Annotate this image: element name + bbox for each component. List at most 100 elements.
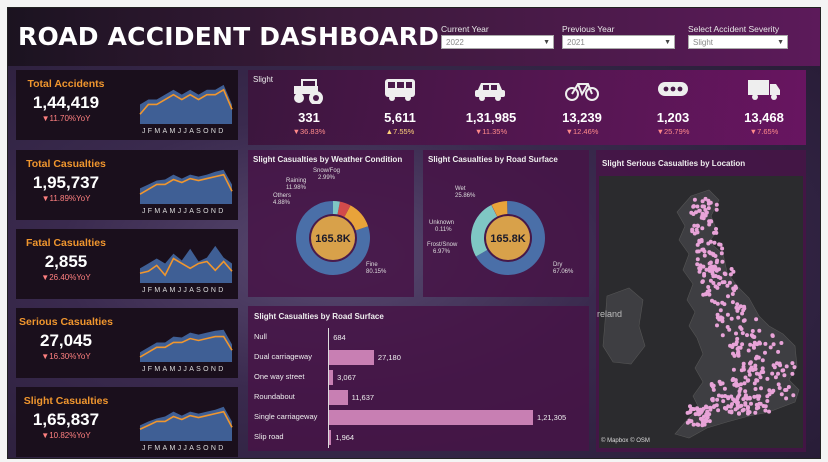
casualty-location-dot[interactable] [732,353,737,358]
casualty-location-dot[interactable] [790,371,795,376]
casualty-location-dot[interactable] [755,394,760,399]
casualty-location-dot[interactable] [742,318,747,323]
casualty-location-dot[interactable] [704,210,709,215]
casualty-location-dot[interactable] [758,341,762,346]
casualty-location-dot[interactable] [707,288,712,293]
casualty-location-dot[interactable] [731,397,736,402]
casualty-location-dot[interactable] [760,358,765,363]
previous-year-select[interactable]: 2021 ▼ [562,35,675,49]
casualty-location-dot[interactable] [755,378,760,383]
casualty-location-dot[interactable] [689,210,694,215]
casualty-location-dot[interactable] [767,392,772,397]
casualty-location-dot[interactable] [687,410,692,415]
casualty-location-dot[interactable] [691,204,696,209]
casualty-location-dot[interactable] [717,242,722,247]
casualty-location-dot[interactable] [708,278,713,283]
casualty-location-dot[interactable] [708,260,713,265]
casualty-location-dot[interactable] [721,399,726,404]
casualty-location-dot[interactable] [690,229,695,234]
casualty-location-dot[interactable] [712,240,717,245]
casualty-location-dot[interactable] [706,241,711,246]
casualty-location-dot[interactable] [726,294,730,299]
casualty-location-dot[interactable] [715,258,720,263]
casualty-location-dot[interactable] [765,399,770,403]
casualty-location-dot[interactable] [737,389,742,394]
casualty-location-dot[interactable] [726,396,731,401]
casualty-location-dot[interactable] [696,249,701,254]
casualty-location-dot[interactable] [698,266,703,271]
casualty-location-dot[interactable] [702,422,707,427]
casualty-location-dot[interactable] [699,409,704,414]
casualty-location-dot[interactable] [776,382,781,387]
casualty-location-dot[interactable] [694,210,698,215]
casualty-location-dot[interactable] [768,345,773,350]
casualty-location-dot[interactable] [760,366,765,371]
casualty-location-dot[interactable] [726,404,731,409]
casualty-location-dot[interactable] [753,387,758,391]
casualty-location-dot[interactable] [702,273,707,278]
casualty-location-dot[interactable] [695,204,700,209]
casualty-location-dot[interactable] [730,300,735,305]
casualty-location-dot[interactable] [703,292,708,297]
casualty-location-dot[interactable] [747,410,752,415]
casualty-location-dot[interactable] [715,285,720,290]
casualty-location-dot[interactable] [743,389,748,394]
casualty-location-dot[interactable] [715,312,720,317]
casualty-location-dot[interactable] [711,383,716,388]
casualty-location-dot[interactable] [749,401,753,406]
casualty-location-dot[interactable] [732,288,737,293]
casualty-location-dot[interactable] [750,334,755,339]
casualty-location-dot[interactable] [718,308,723,313]
casualty-location-dot[interactable] [702,253,707,258]
casualty-location-dot[interactable] [790,361,795,366]
casualty-location-dot[interactable] [735,351,740,356]
casualty-location-dot[interactable] [757,328,762,333]
casualty-location-dot[interactable] [748,361,752,366]
casualty-location-dot[interactable] [720,316,725,321]
casualty-location-dot[interactable] [717,282,722,286]
casualty-location-dot[interactable] [707,292,712,297]
casualty-location-dot[interactable] [784,364,789,369]
casualty-location-dot[interactable] [770,371,775,376]
casualty-location-dot[interactable] [720,280,725,285]
casualty-location-dot[interactable] [763,408,768,413]
casualty-location-dot[interactable] [695,262,700,267]
casualty-location-dot[interactable] [753,410,758,415]
casualty-location-dot[interactable] [763,341,768,346]
casualty-location-dot[interactable] [777,386,782,390]
casualty-location-dot[interactable] [741,361,746,366]
casualty-location-dot[interactable] [729,267,734,271]
casualty-location-dot[interactable] [696,409,701,414]
casualty-location-dot[interactable] [715,323,719,328]
casualty-location-dot[interactable] [700,211,705,216]
casualty-location-dot[interactable] [741,367,746,372]
casualty-location-dot[interactable] [753,367,758,371]
casualty-location-dot[interactable] [763,350,767,355]
casualty-location-dot[interactable] [718,276,723,280]
casualty-location-dot[interactable] [751,343,756,348]
casualty-location-dot[interactable] [707,222,712,227]
casualty-location-dot[interactable] [692,197,697,202]
casualty-location-dot[interactable] [784,387,789,392]
casualty-location-dot[interactable] [767,409,771,414]
casualty-location-dot[interactable] [695,223,700,228]
bar[interactable] [328,350,374,365]
casualty-location-dot[interactable] [779,392,784,397]
casualty-location-dot[interactable] [754,406,759,411]
casualty-location-dot[interactable] [713,254,718,258]
casualty-location-dot[interactable] [733,407,738,412]
casualty-location-dot[interactable] [791,393,796,398]
casualty-location-dot[interactable] [719,251,724,256]
casualty-location-dot[interactable] [708,200,713,205]
casualty-location-dot[interactable] [700,226,705,231]
casualty-location-dot[interactable] [711,387,716,392]
casualty-location-dot[interactable] [685,420,690,425]
casualty-location-dot[interactable] [734,400,739,405]
casualty-location-dot[interactable] [745,333,749,338]
casualty-location-dot[interactable] [742,381,747,386]
casualty-location-dot[interactable] [776,349,781,354]
casualty-location-dot[interactable] [701,204,706,209]
casualty-location-dot[interactable] [697,240,702,245]
casualty-location-dot[interactable] [736,306,741,311]
casualty-location-dot[interactable] [740,342,745,347]
